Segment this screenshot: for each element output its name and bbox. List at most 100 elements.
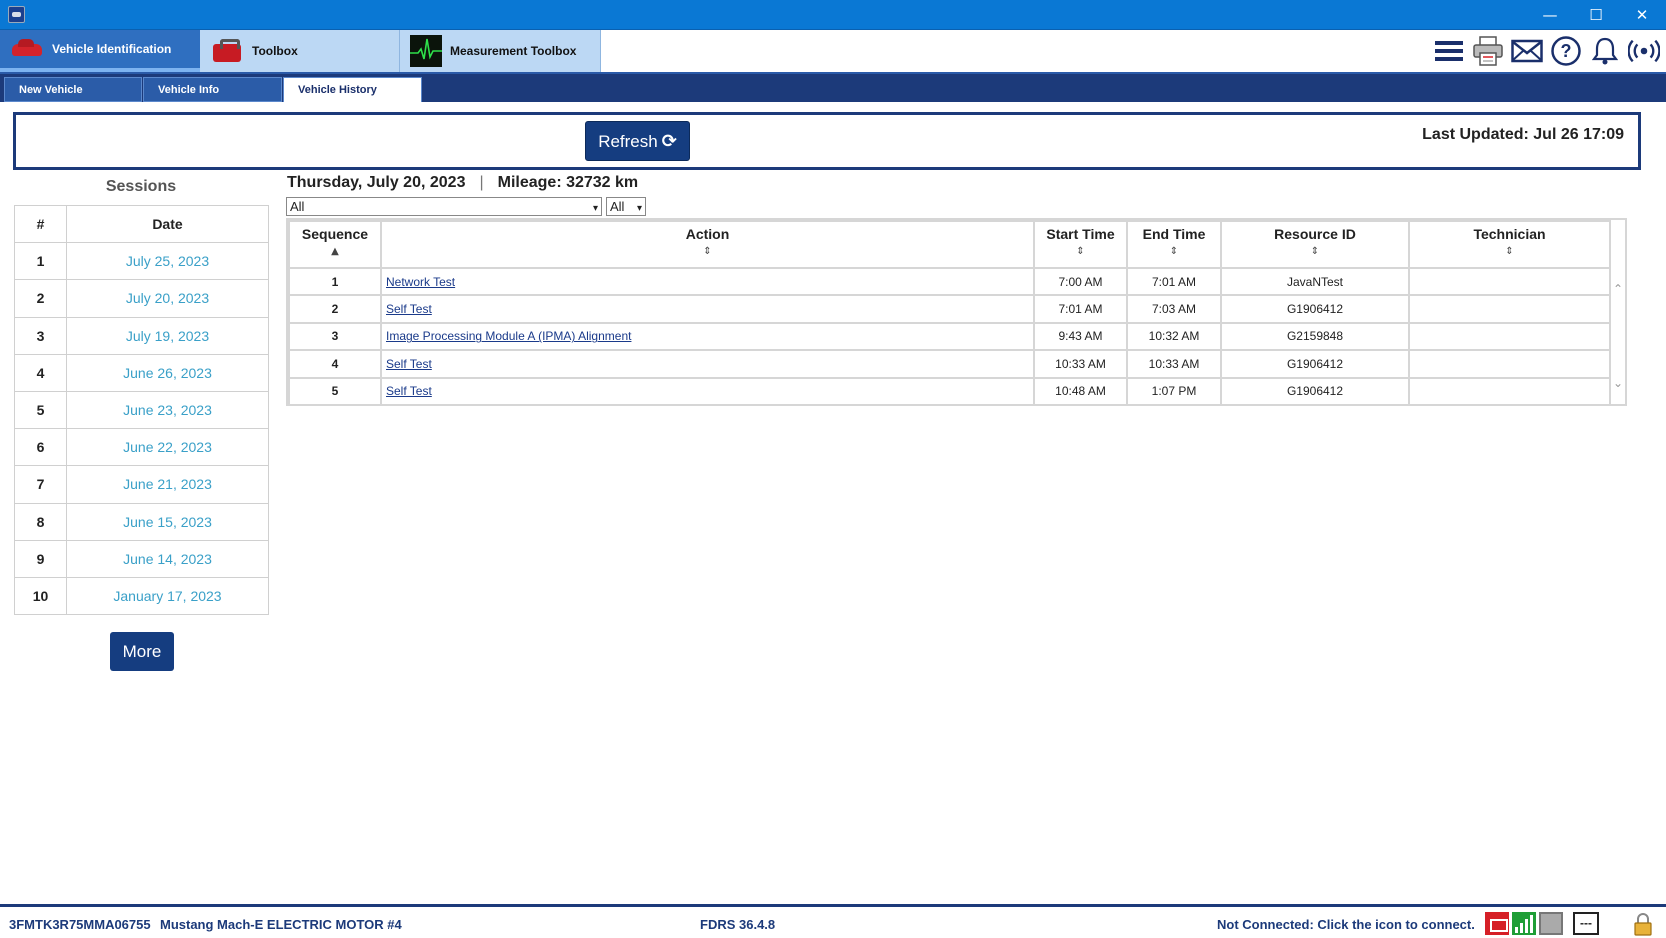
col-resource-id[interactable]: Resource ID ⇕ [1220, 220, 1410, 269]
action-cell: Self Test [380, 376, 1035, 406]
network-adapter-icon[interactable] [1539, 912, 1563, 935]
chevron-up-icon[interactable]: ⌃ [1612, 282, 1624, 296]
connection-icon[interactable] [1628, 35, 1660, 67]
action-link[interactable]: Image Processing Module A (IPMA) Alignme… [386, 329, 631, 343]
col-end-time[interactable]: End Time ⇕ [1126, 220, 1222, 269]
close-button[interactable]: ✕ [1619, 0, 1665, 30]
status-bar: 3FMTK3R75MMA06755 Mustang Mach-E ELECTRI… [0, 904, 1666, 938]
session-date-link[interactable]: July 19, 2023 [66, 316, 269, 355]
toolbar-icons: ? [1433, 34, 1660, 68]
technician-cell [1408, 294, 1611, 324]
session-row[interactable]: 8 June 15, 2023 [14, 502, 269, 541]
session-date-link[interactable]: January 17, 2023 [66, 576, 269, 616]
refresh-panel: Refresh ⟳ Last Updated: Jul 26 17:09 [13, 112, 1641, 170]
col-sequence[interactable]: Sequence ▲ [288, 220, 382, 269]
sessions-title: Sessions [105, 178, 177, 195]
session-row[interactable]: 4 June 26, 2023 [14, 353, 269, 392]
action-filter-value: All [290, 199, 305, 214]
session-row[interactable]: 10 January 17, 2023 [14, 576, 269, 616]
start-time-cell: 9:43 AM [1033, 321, 1128, 352]
session-row[interactable]: 5 June 23, 2023 [14, 390, 269, 430]
secondary-filter-value: All [610, 199, 625, 214]
start-time-cell: 10:33 AM [1033, 349, 1128, 379]
session-date: Thursday, July 20, 2023 [287, 174, 466, 191]
sequence-cell: 3 [288, 321, 382, 352]
tab-measurement-toolbox[interactable]: Measurement Toolbox [400, 30, 601, 72]
menu-icon[interactable] [1433, 35, 1465, 67]
tab-new-vehicle[interactable]: New Vehicle [4, 77, 142, 102]
session-date-link[interactable]: June 26, 2023 [66, 353, 269, 392]
printer-icon[interactable] [1472, 35, 1504, 67]
help-icon[interactable]: ? [1550, 35, 1582, 67]
action-cell: Image Processing Module A (IPMA) Alignme… [380, 321, 1035, 352]
session-row[interactable]: 9 June 14, 2023 [14, 539, 269, 578]
col-end-time-label: End Time [1142, 226, 1206, 242]
session-number: 3 [14, 316, 67, 355]
header-separator: | [479, 174, 484, 191]
secondary-filter-select[interactable]: All ▾ [606, 197, 646, 216]
session-date-link[interactable]: June 15, 2023 [66, 502, 269, 541]
action-filter-select[interactable]: All ▾ [286, 197, 602, 216]
lock-icon[interactable] [1632, 912, 1654, 936]
sequence-cell: 4 [288, 349, 382, 379]
sort-icon: ⇕ [703, 246, 712, 257]
sort-ascending-icon: ▲ [331, 246, 339, 257]
session-row[interactable]: 3 July 19, 2023 [14, 316, 269, 355]
session-date-link[interactable]: June 21, 2023 [66, 465, 269, 504]
session-date-link[interactable]: July 25, 2023 [66, 242, 269, 281]
maximize-button[interactable]: ☐ [1573, 0, 1619, 30]
action-cell: Self Test [380, 294, 1035, 324]
col-technician[interactable]: Technician ⇕ [1408, 220, 1611, 269]
action-link[interactable]: Self Test [386, 357, 432, 371]
session-row[interactable]: 7 June 21, 2023 [14, 465, 269, 504]
action-link[interactable]: Network Test [386, 275, 455, 289]
tab-toolbox[interactable]: Toolbox [200, 30, 400, 72]
tab-vehicle-info[interactable]: Vehicle Info [143, 77, 282, 102]
tab-vehicle-identification[interactable]: Vehicle Identification [0, 30, 200, 72]
bell-icon[interactable] [1589, 35, 1621, 67]
mail-icon[interactable] [1511, 35, 1543, 67]
action-link[interactable]: Self Test [386, 302, 432, 316]
more-button[interactable]: More [110, 632, 174, 671]
technician-cell [1408, 321, 1611, 352]
table-row: 4 Self Test 10:33 AM 10:33 AM G1906412 [288, 349, 1611, 379]
table-scrollbar[interactable]: ⌃ ⌄ [1609, 220, 1625, 404]
session-row[interactable]: 6 June 22, 2023 [14, 428, 269, 467]
session-date-link[interactable]: July 20, 2023 [66, 279, 269, 318]
chevron-down-icon: ▾ [636, 203, 642, 214]
session-date-link[interactable]: June 14, 2023 [66, 539, 269, 578]
sort-icon: ⇕ [1310, 246, 1320, 257]
table-row: 5 Self Test 10:48 AM 1:07 PM G1906412 [288, 376, 1611, 406]
session-date-link[interactable]: June 22, 2023 [66, 428, 269, 467]
tool-tab-strip: Vehicle Identification Toolbox Measureme… [0, 30, 1666, 72]
session-number: 7 [14, 465, 67, 504]
session-row[interactable]: 1 July 25, 2023 [14, 242, 269, 281]
session-number: 1 [14, 242, 67, 281]
oscilloscope-icon [410, 35, 442, 67]
sequence-cell: 5 [288, 376, 382, 406]
col-action[interactable]: Action ⇕ [380, 220, 1035, 269]
session-number: 8 [14, 502, 67, 541]
end-time-cell: 7:03 AM [1126, 294, 1222, 324]
session-number: 5 [14, 390, 67, 430]
sequence-cell: 2 [288, 294, 382, 324]
resource-id-cell: G2159848 [1220, 321, 1410, 352]
start-time-cell: 10:48 AM [1033, 376, 1128, 406]
battery-voltage-indicator: --- [1573, 912, 1599, 935]
action-cell: Self Test [380, 349, 1035, 379]
action-link[interactable]: Self Test [386, 384, 432, 398]
minimize-button[interactable]: — [1527, 0, 1573, 30]
chevron-down-icon[interactable]: ⌄ [1612, 376, 1624, 390]
session-date-link[interactable]: June 23, 2023 [66, 390, 269, 430]
col-action-label: Action [685, 226, 730, 242]
title-bar: — ☐ ✕ [0, 0, 1666, 30]
session-mileage: Mileage: 32732 km [497, 174, 639, 191]
tab-vehicle-history[interactable]: Vehicle History [283, 77, 422, 102]
session-row[interactable]: 2 July 20, 2023 [14, 279, 269, 318]
col-sequence-label: Sequence [301, 226, 369, 242]
signal-strength-icon[interactable] [1512, 912, 1536, 935]
vci-connect-icon[interactable] [1485, 912, 1509, 935]
refresh-button[interactable]: Refresh ⟳ [585, 121, 690, 161]
col-start-time[interactable]: Start Time ⇕ [1033, 220, 1128, 269]
technician-cell [1408, 266, 1611, 297]
